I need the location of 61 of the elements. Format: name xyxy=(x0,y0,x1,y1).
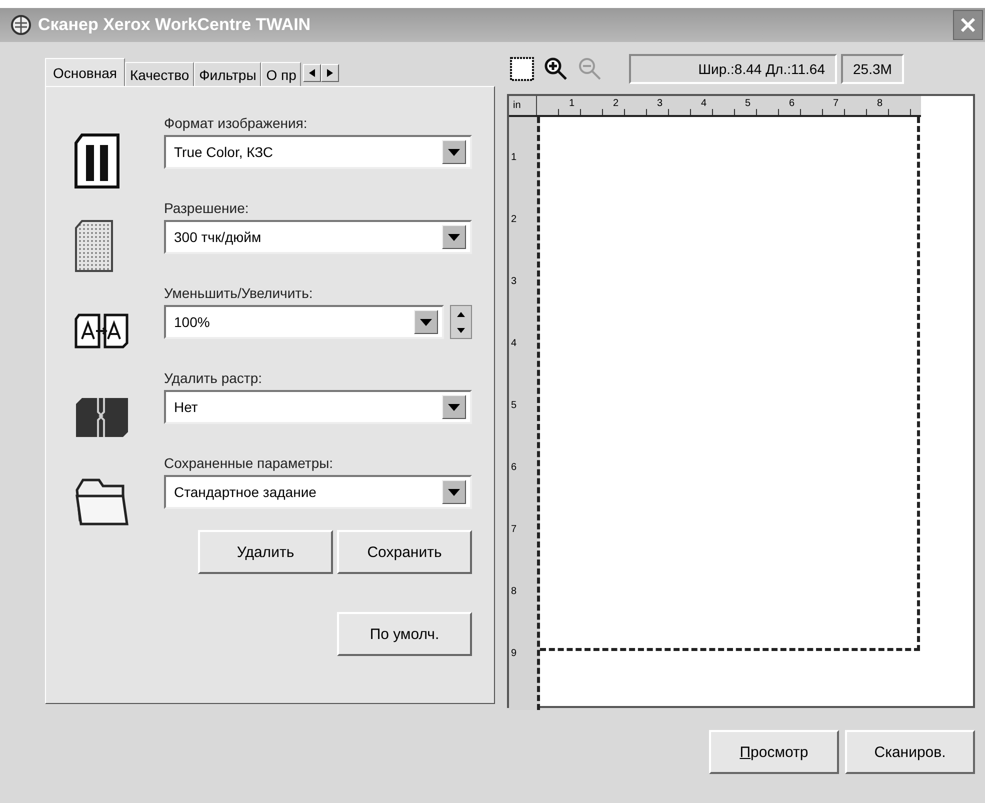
scroll-right-button[interactable] xyxy=(321,64,340,82)
dropdown-arrow-icon xyxy=(448,404,460,410)
close-icon xyxy=(959,16,977,34)
dropdown-arrow-icon xyxy=(448,148,460,156)
dropdown[interactable]: 100% xyxy=(164,305,444,339)
close-button[interactable] xyxy=(953,10,983,40)
up-arrow-icon xyxy=(457,312,465,316)
field-label: Формат изображения: xyxy=(164,115,308,131)
dropdown-arrow-icon xyxy=(420,318,432,326)
field-label: Сохраненные параметры: xyxy=(164,455,334,471)
dropdown-arrow-icon xyxy=(448,234,460,240)
tab[interactable]: О пр xyxy=(261,62,302,86)
ruler-number: 3 xyxy=(657,97,664,111)
dotted-page-icon xyxy=(74,218,114,272)
action-button[interactable]: Сканиров. xyxy=(845,730,975,774)
dimensions-readout: Шир.:8.44 Дл.:11.64 xyxy=(629,54,837,84)
scroll-left-button[interactable] xyxy=(303,64,322,82)
window-title: Сканер Xerox WorkCentre TWAIN xyxy=(38,15,312,35)
ruler-number: 7 xyxy=(510,524,518,537)
down-arrow-icon xyxy=(457,328,465,332)
ruler-number: 6 xyxy=(789,97,796,111)
ruler-number: 9 xyxy=(510,648,518,661)
field-label: Разрешение: xyxy=(164,200,250,216)
field-label: Удалить растр: xyxy=(164,370,263,386)
spin-button[interactable] xyxy=(450,305,472,339)
tab[interactable]: Фильтры xyxy=(194,62,262,86)
tab[interactable]: Качество xyxy=(124,62,194,86)
defaults-button[interactable]: По умолч. xyxy=(337,612,472,656)
right-arrow-icon xyxy=(327,69,334,77)
left-arrow-icon xyxy=(309,69,316,77)
ruler-number: 2 xyxy=(613,97,620,111)
file-size-readout: 25.3M xyxy=(841,54,904,84)
zoom-out-icon xyxy=(577,56,603,82)
action-button[interactable]: Просмотр xyxy=(709,730,839,774)
zoom-in-icon xyxy=(543,56,569,82)
ruler-number: 3 xyxy=(510,276,518,289)
ruler-number: 2 xyxy=(510,214,518,227)
dropdown[interactable]: Стандартное задание xyxy=(164,475,472,509)
select-area-button[interactable] xyxy=(507,56,537,82)
ruler-number: 7 xyxy=(833,97,840,111)
ruler-number: 5 xyxy=(510,400,518,413)
ruler-number: 8 xyxy=(510,586,518,599)
scanner-icon xyxy=(10,14,32,36)
field-label: Уменьшить/Увеличить: xyxy=(164,285,314,301)
selection-icon xyxy=(509,56,535,82)
dropdown[interactable]: 300 тчк/дюйм xyxy=(164,220,472,254)
preset-button[interactable]: Удалить xyxy=(198,530,333,574)
ruler-number: 4 xyxy=(701,97,708,111)
ruler-number: 6 xyxy=(510,462,518,475)
tab[interactable]: Основная xyxy=(45,58,125,86)
preset-button[interactable]: Сохранить xyxy=(337,530,472,574)
dropdown-arrow-icon xyxy=(448,488,460,496)
dropdown[interactable]: Нет xyxy=(164,390,472,424)
ruler-number: 4 xyxy=(510,338,518,351)
ruler-number: 1 xyxy=(510,152,518,165)
document-bars-icon xyxy=(74,132,120,188)
ruler-number: 1 xyxy=(569,97,576,111)
ruler-unit: in xyxy=(509,96,537,115)
ruler-number: 8 xyxy=(877,97,884,111)
ruler-number: 5 xyxy=(745,97,752,111)
dropdown[interactable]: True Color, КЗС xyxy=(164,135,472,169)
